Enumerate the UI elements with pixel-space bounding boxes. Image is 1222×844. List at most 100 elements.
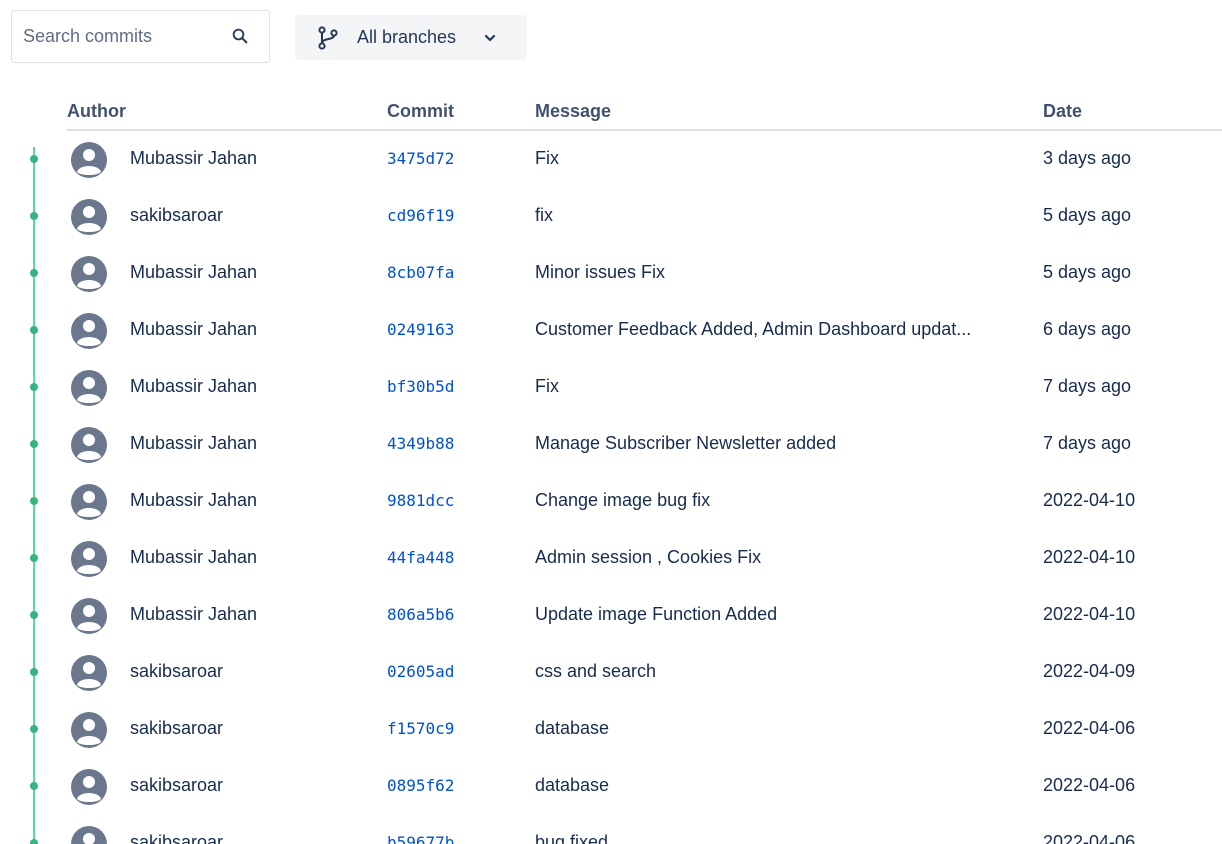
commit-date: 2022-04-09 xyxy=(1043,661,1136,681)
commit-row[interactable]: Mubassir Jahan 4349b88 Manage Subscriber N… xyxy=(0,415,1222,472)
default-avatar-icon xyxy=(71,541,107,577)
commit-graph-node xyxy=(30,782,38,790)
default-avatar-icon xyxy=(71,484,107,520)
commit-date: 5 days ago xyxy=(1043,262,1132,282)
commit-author: Mubassir Jahan xyxy=(130,262,258,282)
commit-date: 2022-04-06 xyxy=(1043,775,1136,795)
commit-row[interactable]: Mubassir Jahan 806a5b6 Update image Functi… xyxy=(0,586,1222,643)
commit-hash-link[interactable]: bf30b5d xyxy=(387,358,454,415)
commit-hash-link[interactable]: 9881dcc xyxy=(387,472,454,529)
commit-hash-link[interactable]: cd96f19 xyxy=(387,187,454,244)
default-avatar-icon xyxy=(71,142,107,178)
commit-graph-node xyxy=(30,497,38,505)
default-avatar-icon xyxy=(71,712,107,748)
default-avatar-icon xyxy=(71,826,107,844)
commit-message: fix xyxy=(535,205,553,225)
commit-date: 2022-04-10 xyxy=(1043,547,1136,567)
commit-author: sakibsaroar xyxy=(130,205,224,225)
commit-date: 2022-04-06 xyxy=(1043,832,1136,844)
commit-date: 7 days ago xyxy=(1043,376,1132,396)
search-commits-input[interactable]: Search commits xyxy=(11,10,270,63)
commit-author: sakibsaroar xyxy=(130,718,224,738)
commit-date: 2022-04-06 xyxy=(1043,718,1136,738)
commit-graph-node xyxy=(30,383,38,391)
commit-author: Mubassir Jahan xyxy=(130,148,258,168)
commit-message: Update image Function Added xyxy=(535,604,778,624)
commit-message: database xyxy=(535,775,610,795)
commit-author: Mubassir Jahan xyxy=(130,319,258,339)
commit-hash-link[interactable]: 4349b88 xyxy=(387,415,454,472)
commit-date: 6 days ago xyxy=(1043,319,1132,339)
commit-hash-link[interactable]: b59677b xyxy=(387,814,454,844)
commit-row[interactable]: sakibsaroar b59677b bug fixed 2022-04-06 xyxy=(0,814,1222,844)
commit-author: sakibsaroar xyxy=(130,832,224,844)
commit-graph-node xyxy=(30,155,38,163)
commit-message: Customer Feedback Added, Admin Dashboard… xyxy=(535,319,972,339)
message-column-header: Message xyxy=(535,101,612,121)
commit-date: 2022-04-10 xyxy=(1043,604,1136,624)
commit-date: 7 days ago xyxy=(1043,433,1132,453)
default-avatar-icon xyxy=(71,199,107,235)
commit-row[interactable]: Mubassir Jahan bf30b5d Fix 7 days ago xyxy=(0,358,1222,415)
commit-graph-node xyxy=(30,440,38,448)
commit-graph-node xyxy=(30,326,38,334)
commit-message: css and search xyxy=(535,661,657,681)
commit-graph-node xyxy=(30,554,38,562)
commit-column-header: Commit xyxy=(387,101,454,121)
commit-message: Change image bug fix xyxy=(535,490,711,510)
default-avatar-icon xyxy=(71,313,107,349)
date-column-header: Date xyxy=(1043,101,1083,121)
commit-graph-node xyxy=(30,212,38,220)
search-placeholder: Search commits xyxy=(23,26,153,46)
commit-row[interactable]: sakibsaroar f1570c9 database 2022-04-06 xyxy=(0,700,1222,757)
author-column-header: Author xyxy=(67,101,126,121)
commit-row[interactable]: Mubassir Jahan 8cb07fa Minor issues Fix 5 d… xyxy=(0,244,1222,301)
commit-hash-link[interactable]: 44fa448 xyxy=(387,529,454,586)
commit-hash-link[interactable]: 8cb07fa xyxy=(387,244,454,301)
commit-row[interactable]: sakibsaroar 02605ad css and search 2022-04-… xyxy=(0,643,1222,700)
commit-hash-link[interactable]: 02605ad xyxy=(387,643,454,700)
commit-message: Manage Subscriber Newsletter added xyxy=(535,433,837,453)
commit-message: Fix xyxy=(535,376,559,396)
commit-graph-node xyxy=(30,725,38,733)
commit-graph-node xyxy=(30,668,38,676)
default-avatar-icon xyxy=(71,655,107,691)
commit-hash-link[interactable]: 806a5b6 xyxy=(387,586,454,643)
commit-row[interactable]: Mubassir Jahan 9881dcc Change image bug fi… xyxy=(0,472,1222,529)
default-avatar-icon xyxy=(71,427,107,463)
branch-filter-label: All branches xyxy=(357,27,457,47)
commit-author: Mubassir Jahan xyxy=(130,376,258,396)
commit-message: Minor issues Fix xyxy=(535,262,666,282)
search-icon[interactable] xyxy=(231,27,249,45)
commit-row[interactable]: sakibsaroar 0895f62 database 2022-04-06 xyxy=(0,757,1222,814)
commit-date: 3 days ago xyxy=(1043,148,1132,168)
default-avatar-icon xyxy=(71,598,107,634)
commit-hash-link[interactable]: 0895f62 xyxy=(387,757,454,814)
commit-graph-node xyxy=(30,269,38,277)
commit-date: 5 days ago xyxy=(1043,205,1132,225)
commit-hash-link[interactable]: 0249163 xyxy=(387,301,454,358)
commits-page: Search commits All branches Author Commi… xyxy=(0,0,1222,844)
commit-row[interactable]: Mubassir Jahan 3475d72 Fix 3 days ago xyxy=(0,130,1222,187)
commit-author: Mubassir Jahan xyxy=(130,433,258,453)
commit-row[interactable]: Mubassir Jahan 0249163 Customer Feedback A… xyxy=(0,301,1222,358)
chevron-down-icon xyxy=(484,34,496,42)
commit-hash-link[interactable]: 3475d72 xyxy=(387,130,454,187)
commit-hash-link[interactable]: f1570c9 xyxy=(387,700,454,757)
commit-message: database xyxy=(535,718,610,738)
commit-message: bug fixed xyxy=(535,832,609,844)
commit-row[interactable]: sakibsaroar cd96f19 fix 5 days ago xyxy=(0,187,1222,244)
commit-row[interactable]: Mubassir Jahan 44fa448 Admin session , Coo… xyxy=(0,529,1222,586)
commit-message: Admin session , Cookies Fix xyxy=(535,547,762,567)
commit-graph-node xyxy=(30,611,38,619)
branch-filter-button[interactable]: All branches xyxy=(295,15,527,60)
default-avatar-icon xyxy=(71,256,107,292)
default-avatar-icon xyxy=(71,370,107,406)
commit-author: sakibsaroar xyxy=(130,661,224,681)
commit-author: Mubassir Jahan xyxy=(130,490,258,510)
branch-icon xyxy=(318,26,338,50)
commit-author: Mubassir Jahan xyxy=(130,604,258,624)
commit-author: Mubassir Jahan xyxy=(130,547,258,567)
default-avatar-icon xyxy=(71,769,107,805)
commit-author: sakibsaroar xyxy=(130,775,224,795)
